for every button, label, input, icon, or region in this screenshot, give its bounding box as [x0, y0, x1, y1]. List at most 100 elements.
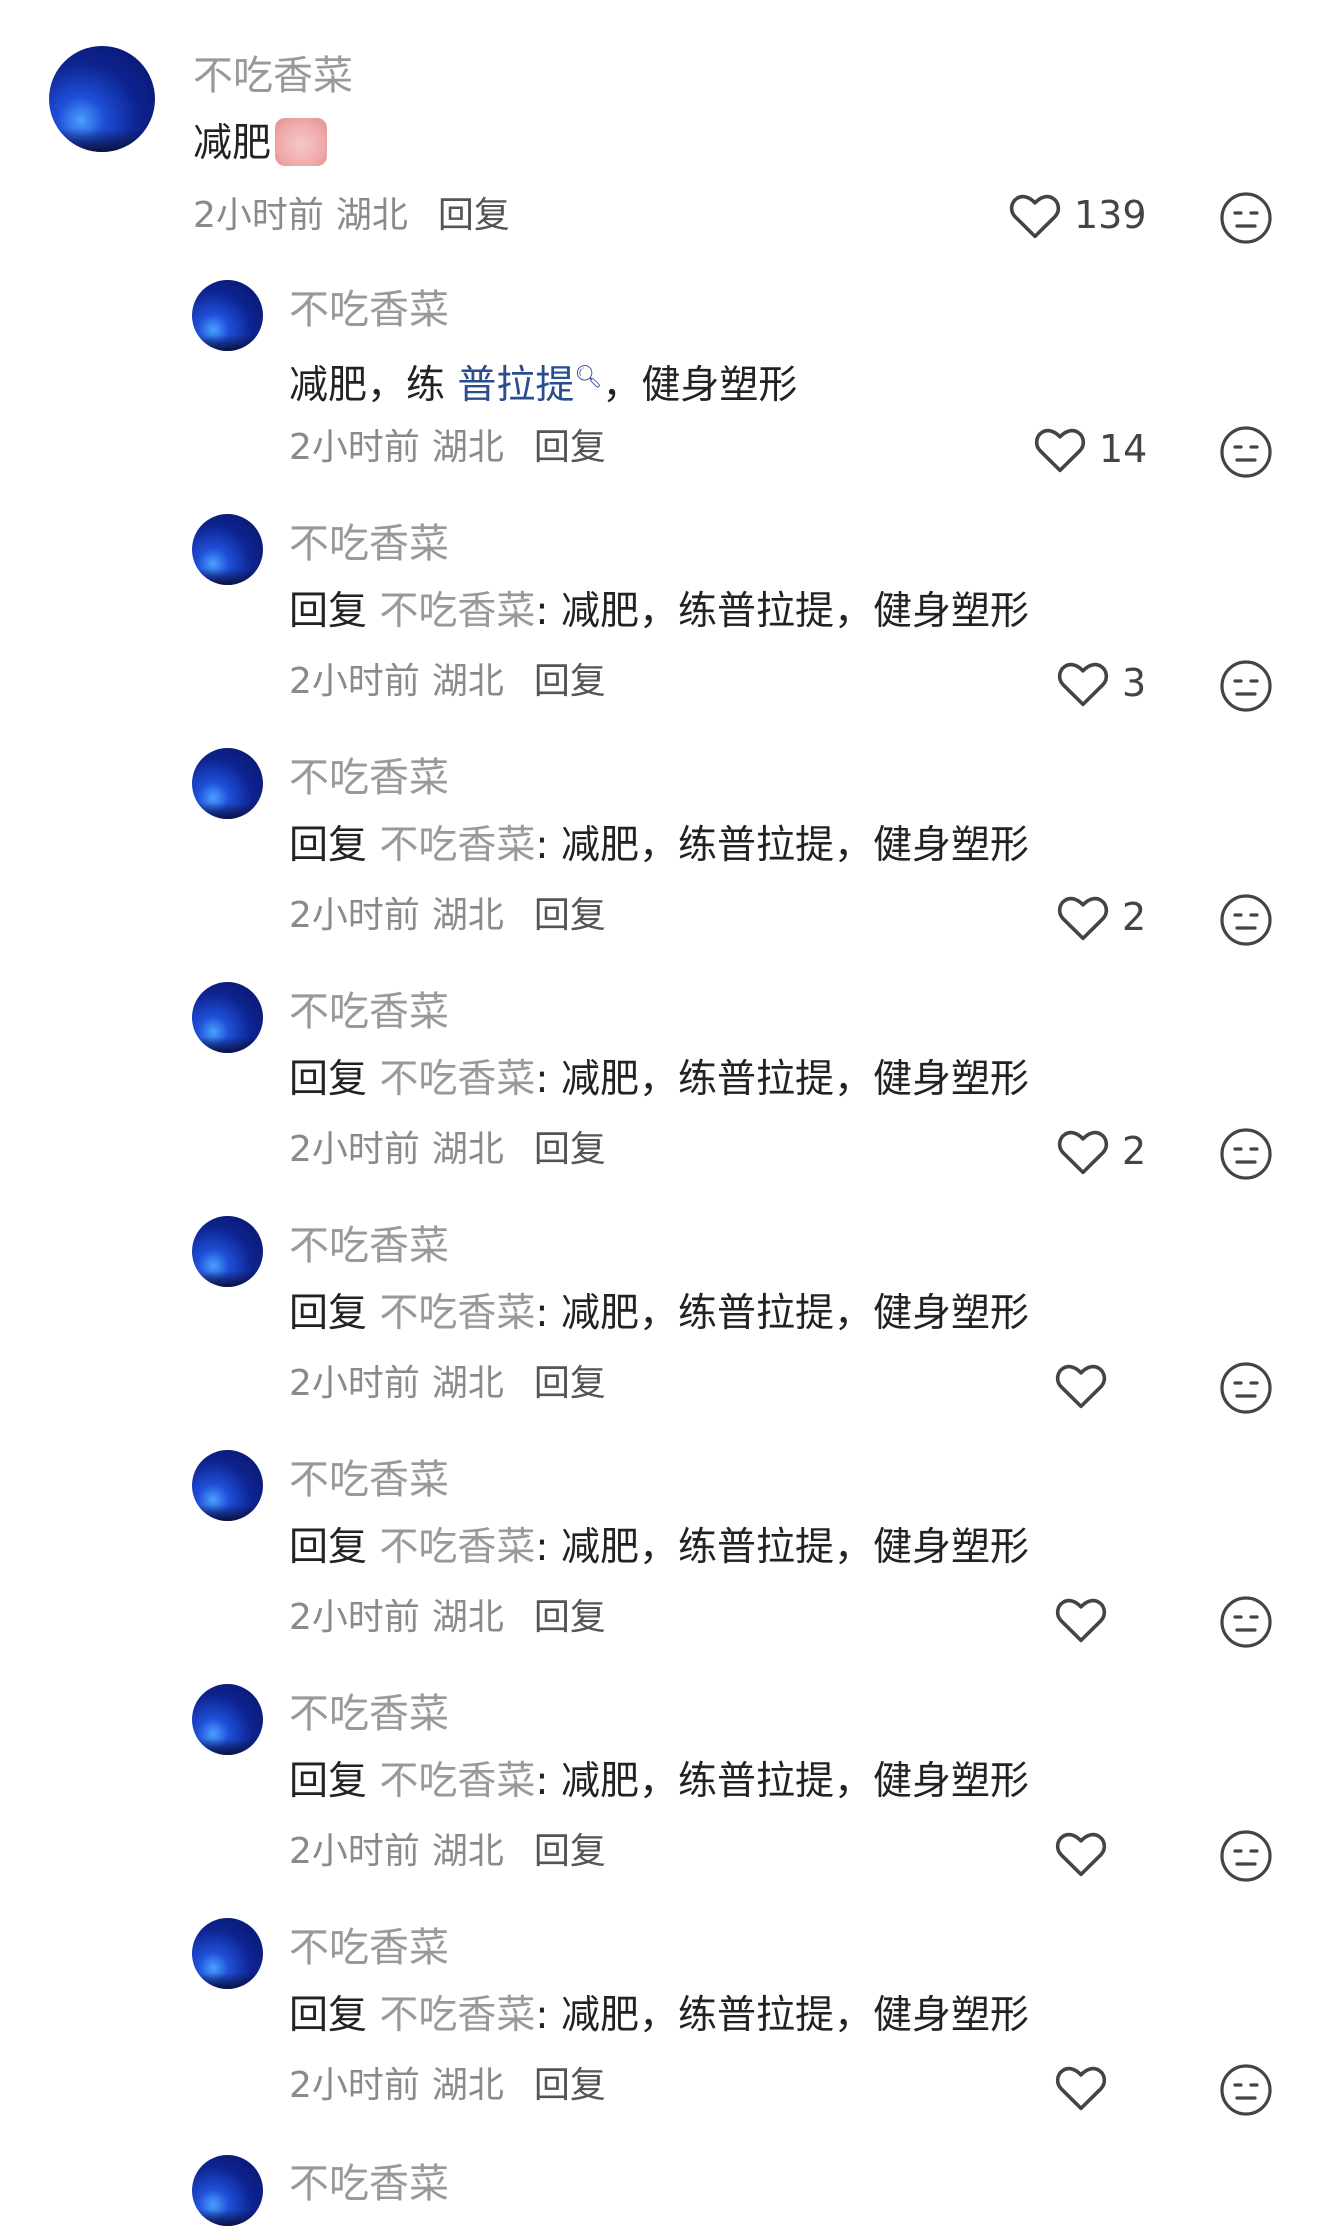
referenced-username[interactable]: 不吃香菜	[379, 1993, 535, 2038]
reply-button[interactable]: 回复	[438, 195, 510, 236]
reply-region: 湖北	[431, 661, 504, 702]
heart-outline-icon	[1057, 896, 1109, 941]
reply-username[interactable]: 不吃香菜	[289, 520, 449, 568]
reply-region: 湖北	[431, 1831, 504, 1872]
avatar[interactable]	[192, 514, 263, 585]
like-button[interactable]: 2	[1056, 1126, 1146, 1176]
heart-outline-icon	[1055, 1832, 1107, 1877]
referenced-username[interactable]: 不吃香菜	[379, 1525, 535, 1570]
like-count: 139	[1074, 193, 1147, 237]
heart-outline-icon	[1055, 2066, 1107, 2111]
reply-time: 2小时前	[289, 1597, 420, 1638]
reply-meta: 2小时前 湖北 回复	[289, 1362, 606, 1406]
reply-time: 2小时前	[289, 1129, 420, 1170]
reply-text: 减肥，练	[289, 363, 458, 408]
reply-button[interactable]: 回复	[534, 427, 606, 468]
reply-prefix: 回复	[289, 1291, 380, 1336]
topic-link[interactable]: 普拉提	[457, 363, 574, 408]
comment-meta: 2小时前 湖北 回复	[193, 194, 510, 238]
avatar[interactable]	[192, 1684, 263, 1755]
reply-button[interactable]: 回复	[534, 895, 606, 936]
avatar[interactable]	[49, 46, 155, 152]
neutral-face-icon[interactable]	[1218, 1360, 1274, 1416]
reply-button[interactable]: 回复	[534, 661, 606, 702]
reply-button[interactable]: 回复	[534, 1129, 606, 1170]
reply-body: 回复 不吃香菜: 减肥，练普拉提，健身塑形	[289, 588, 1029, 636]
reply-username[interactable]: 不吃香菜	[289, 754, 449, 802]
neutral-face-icon[interactable]	[1218, 424, 1274, 480]
reply-username[interactable]: 不吃香菜	[289, 1456, 449, 1504]
like-button[interactable]	[1054, 1828, 1108, 1878]
like-button[interactable]: 3	[1056, 658, 1146, 708]
like-button[interactable]	[1054, 1594, 1108, 1644]
neutral-face-icon[interactable]	[1218, 1594, 1274, 1650]
comment-region: 湖北	[335, 195, 408, 236]
reply-time: 2小时前	[289, 2065, 420, 2106]
reply-text: : 减肥，练普拉提，健身塑形	[535, 1759, 1029, 1804]
avatar[interactable]	[192, 2155, 263, 2226]
heart-outline-icon	[1034, 428, 1086, 473]
like-button[interactable]	[1054, 2062, 1108, 2112]
reply-button[interactable]: 回复	[534, 1831, 606, 1872]
neutral-face-icon[interactable]	[1218, 2062, 1274, 2118]
reply-button[interactable]: 回复	[534, 1597, 606, 1638]
avatar[interactable]	[192, 280, 263, 351]
comment-time: 2小时前	[193, 195, 324, 236]
reply-body: 回复 不吃香菜: 减肥，练普拉提，健身塑形	[289, 1056, 1029, 1104]
neutral-face-icon[interactable]	[1218, 1126, 1274, 1182]
neutral-face-icon[interactable]	[1218, 190, 1274, 246]
reply-meta: 2小时前 湖北 回复	[289, 1596, 606, 1640]
reply-prefix: 回复	[289, 1993, 380, 2038]
reply-username[interactable]: 不吃香菜	[289, 2160, 449, 2208]
like-button[interactable]: 139	[1008, 190, 1147, 240]
reply-time: 2小时前	[289, 895, 420, 936]
reply-text: : 减肥，练普拉提，健身塑形	[535, 823, 1029, 868]
reply-region: 湖北	[431, 895, 504, 936]
reply-meta: 2小时前 湖北 回复	[289, 660, 606, 704]
avatar[interactable]	[192, 1450, 263, 1521]
reply-prefix: 回复	[289, 1057, 380, 1102]
reply-username[interactable]: 不吃香菜	[289, 1222, 449, 1270]
reply-region: 湖北	[431, 1129, 504, 1170]
heart-outline-icon	[1009, 194, 1061, 239]
like-button[interactable]	[1054, 1360, 1108, 1410]
avatar[interactable]	[192, 748, 263, 819]
referenced-username[interactable]: 不吃香菜	[379, 1759, 535, 1804]
reply-body: 回复 不吃香菜: 减肥，练普拉提，健身塑形	[289, 1524, 1029, 1572]
like-count: 2	[1122, 1129, 1147, 1173]
like-button[interactable]: 2	[1056, 892, 1146, 942]
reply-region: 湖北	[431, 1363, 504, 1404]
neutral-face-icon[interactable]	[1218, 892, 1274, 948]
reply-body: 回复 不吃香菜: 减肥，练普拉提，健身塑形	[289, 822, 1029, 870]
referenced-username[interactable]: 不吃香菜	[379, 1291, 535, 1336]
reply-time: 2小时前	[289, 427, 420, 468]
referenced-username[interactable]: 不吃香菜	[379, 1057, 535, 1102]
reply-username[interactable]: 不吃香菜	[289, 1690, 449, 1738]
reply-region: 湖北	[431, 1597, 504, 1638]
reply-meta: 2小时前 湖北 回复	[289, 1128, 606, 1172]
neutral-face-icon[interactable]	[1218, 1828, 1274, 1884]
reply-meta: 2小时前 湖北 回复	[289, 894, 606, 938]
reply-body: 回复 不吃香菜: 减肥，练普拉提，健身塑形	[289, 1992, 1029, 2040]
reply-prefix: 回复	[289, 1525, 380, 1570]
referenced-username[interactable]: 不吃香菜	[379, 823, 535, 868]
avatar[interactable]	[192, 982, 263, 1053]
reply-button[interactable]: 回复	[534, 1363, 606, 1404]
reply-username[interactable]: 不吃香菜	[289, 988, 449, 1036]
reply-time: 2小时前	[289, 661, 420, 702]
reply-meta: 2小时前 湖北 回复	[289, 1830, 606, 1874]
heart-outline-icon	[1055, 1598, 1107, 1643]
avatar[interactable]	[192, 1918, 263, 1989]
comment-username[interactable]: 不吃香菜	[193, 52, 353, 100]
reply-time: 2小时前	[289, 1831, 420, 1872]
reply-username[interactable]: 不吃香菜	[289, 286, 449, 334]
like-button[interactable]: 14	[1033, 424, 1147, 474]
neutral-face-icon[interactable]	[1218, 658, 1274, 714]
reply-button[interactable]: 回复	[534, 2065, 606, 2106]
reply-text: : 减肥，练普拉提，健身塑形	[535, 1291, 1029, 1336]
reply-username[interactable]: 不吃香菜	[289, 1924, 449, 1972]
reply-text: : 减肥，练普拉提，健身塑形	[535, 1993, 1029, 2038]
avatar[interactable]	[192, 1216, 263, 1287]
reply-body: 回复 不吃香菜: 减肥，练普拉提，健身塑形	[289, 1290, 1029, 1338]
referenced-username[interactable]: 不吃香菜	[379, 589, 535, 634]
